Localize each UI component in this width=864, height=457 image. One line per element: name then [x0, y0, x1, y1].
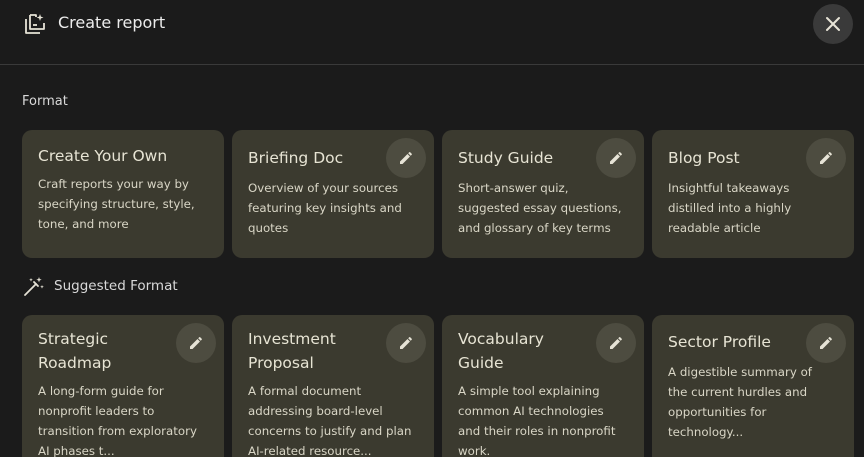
pencil-icon — [190, 337, 202, 349]
pencil-icon — [400, 152, 412, 164]
suggested-card-sector-profile[interactable]: Sector Profile A digestible summary of t… — [652, 315, 854, 457]
magic-wand-icon — [24, 277, 44, 296]
card-title: Create Your Own — [38, 147, 168, 165]
edit-button[interactable] — [806, 138, 846, 178]
dialog-title: Create report — [58, 13, 166, 32]
edit-button[interactable] — [176, 323, 216, 363]
edit-button[interactable] — [806, 323, 846, 363]
card-description: A formal document addressing board-level… — [248, 384, 412, 457]
suggested-card-strategic-roadmap[interactable]: Strategic Roadmap A long-form guide for … — [22, 315, 224, 457]
card-description: A simple tool explaining common AI techn… — [458, 384, 616, 457]
card-description: Short-answer quiz, suggested essay quest… — [458, 181, 622, 235]
pencil-icon — [610, 152, 622, 164]
suggested-card-vocabulary-guide[interactable]: Vocabulary Guide A simple tool explainin… — [442, 315, 644, 457]
edit-button[interactable] — [386, 138, 426, 178]
suggested-format-header: Suggested Format — [22, 275, 178, 297]
close-icon — [826, 17, 840, 31]
format-card-briefing-doc[interactable]: Briefing Doc Overview of your sources fe… — [232, 130, 434, 258]
card-description: A long-form guide for nonprofit leaders … — [38, 384, 197, 457]
suggested-format-label: Suggested Format — [54, 278, 178, 294]
card-description: Overview of your sources featuring key i… — [248, 181, 402, 235]
edit-button[interactable] — [596, 323, 636, 363]
card-description: A digestible summary of the current hurd… — [668, 365, 812, 439]
close-button[interactable] — [813, 4, 853, 44]
pencil-icon — [610, 337, 622, 349]
card-description: Insightful takeaways distilled into a hi… — [668, 181, 792, 235]
dialog-header: Create report — [0, 0, 864, 65]
format-card-create-your-own[interactable]: Create Your Own Craft reports your way b… — [22, 130, 224, 258]
create-report-dialog: Create report Format Create Your Own Cra… — [0, 0, 864, 457]
edit-button[interactable] — [386, 323, 426, 363]
format-section-label: Format — [22, 94, 68, 109]
format-card-blog-post[interactable]: Blog Post Insightful takeaways distilled… — [652, 130, 854, 258]
pencil-icon — [820, 337, 832, 349]
pencil-icon — [820, 152, 832, 164]
report-add-icon — [25, 14, 45, 34]
edit-button[interactable] — [596, 138, 636, 178]
pencil-icon — [400, 337, 412, 349]
card-description: Craft reports your way by specifying str… — [38, 177, 195, 231]
format-card-study-guide[interactable]: Study Guide Short-answer quiz, suggested… — [442, 130, 644, 258]
suggested-card-investment-proposal[interactable]: Investment Proposal A formal document ad… — [232, 315, 434, 457]
